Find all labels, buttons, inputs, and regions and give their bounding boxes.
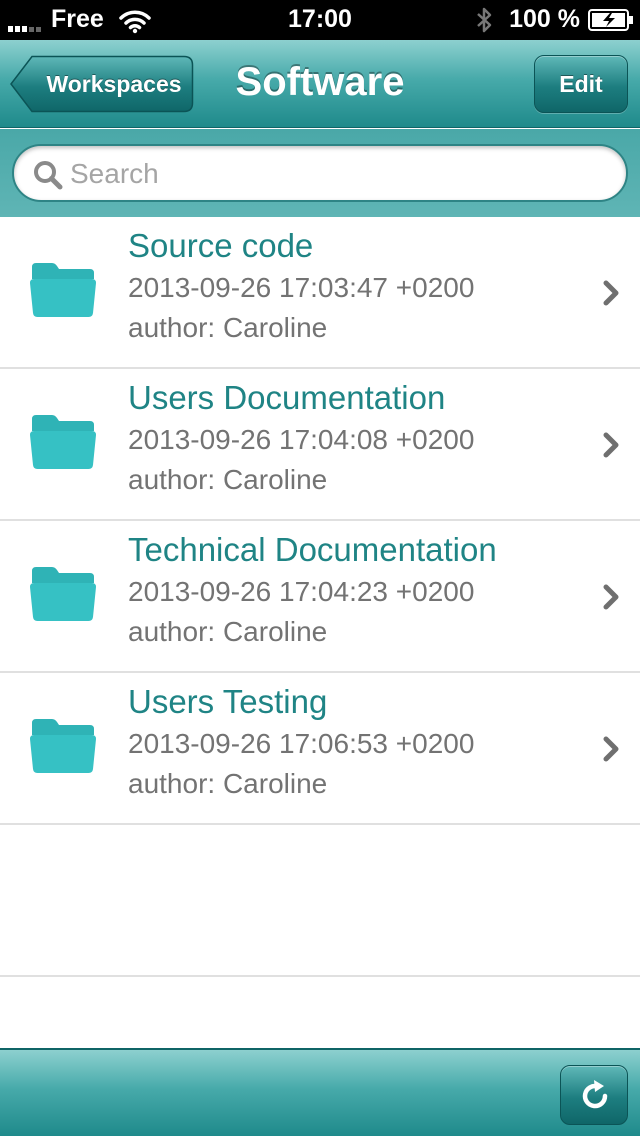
search-icon xyxy=(34,161,63,190)
chevron-right-icon xyxy=(603,584,619,610)
search-field[interactable] xyxy=(12,144,628,202)
edit-button[interactable]: Edit xyxy=(534,55,628,113)
list-item[interactable]: Source code 2013-09-26 17:03:47 +0200 au… xyxy=(0,217,640,369)
item-title: Source code xyxy=(128,227,314,264)
refresh-icon xyxy=(582,1080,608,1109)
navigation-bar: Workspaces Software Edit xyxy=(0,40,640,128)
app-screen: Free 17:00 100 % Workspaces Software Edi… xyxy=(0,0,640,1136)
bottom-toolbar xyxy=(0,1048,640,1136)
item-date: 2013-09-26 17:03:47 +0200 xyxy=(128,272,475,303)
empty-table-row xyxy=(0,825,640,977)
item-author: author: Caroline xyxy=(128,312,328,343)
item-date: 2013-09-26 17:06:53 +0200 xyxy=(128,728,475,759)
item-title: Technical Documentation xyxy=(128,531,497,568)
item-date: 2013-09-26 17:04:08 +0200 xyxy=(128,424,475,455)
bluetooth-icon xyxy=(477,7,492,32)
status-bar: Free 17:00 100 % xyxy=(0,0,640,40)
workspace-list: Source code 2013-09-26 17:03:47 +0200 au… xyxy=(0,217,640,977)
item-author: author: Caroline xyxy=(128,768,328,799)
search-input[interactable] xyxy=(70,154,610,194)
list-item[interactable]: Users Testing 2013-09-26 17:06:53 +0200 … xyxy=(0,673,640,825)
folder-icon xyxy=(30,263,96,317)
folder-icon xyxy=(30,567,96,621)
list-item[interactable]: Users Documentation 2013-09-26 17:04:08 … xyxy=(0,369,640,521)
list-item[interactable]: Technical Documentation 2013-09-26 17:04… xyxy=(0,521,640,673)
item-date: 2013-09-26 17:04:23 +0200 xyxy=(128,576,475,607)
item-title: Users Testing xyxy=(128,683,328,720)
item-title: Users Documentation xyxy=(128,379,446,416)
item-author: author: Caroline xyxy=(128,616,328,647)
refresh-button[interactable] xyxy=(560,1065,628,1125)
search-bar xyxy=(0,129,640,217)
status-right: 100 % xyxy=(475,5,634,34)
folder-icon xyxy=(30,719,96,773)
item-author: author: Caroline xyxy=(128,464,328,495)
chevron-right-icon xyxy=(603,280,619,306)
battery-charging-icon xyxy=(588,8,633,31)
battery-percentage: 100 % xyxy=(509,5,580,33)
folder-icon xyxy=(30,415,96,469)
chevron-right-icon xyxy=(603,432,619,458)
chevron-right-icon xyxy=(603,736,619,762)
